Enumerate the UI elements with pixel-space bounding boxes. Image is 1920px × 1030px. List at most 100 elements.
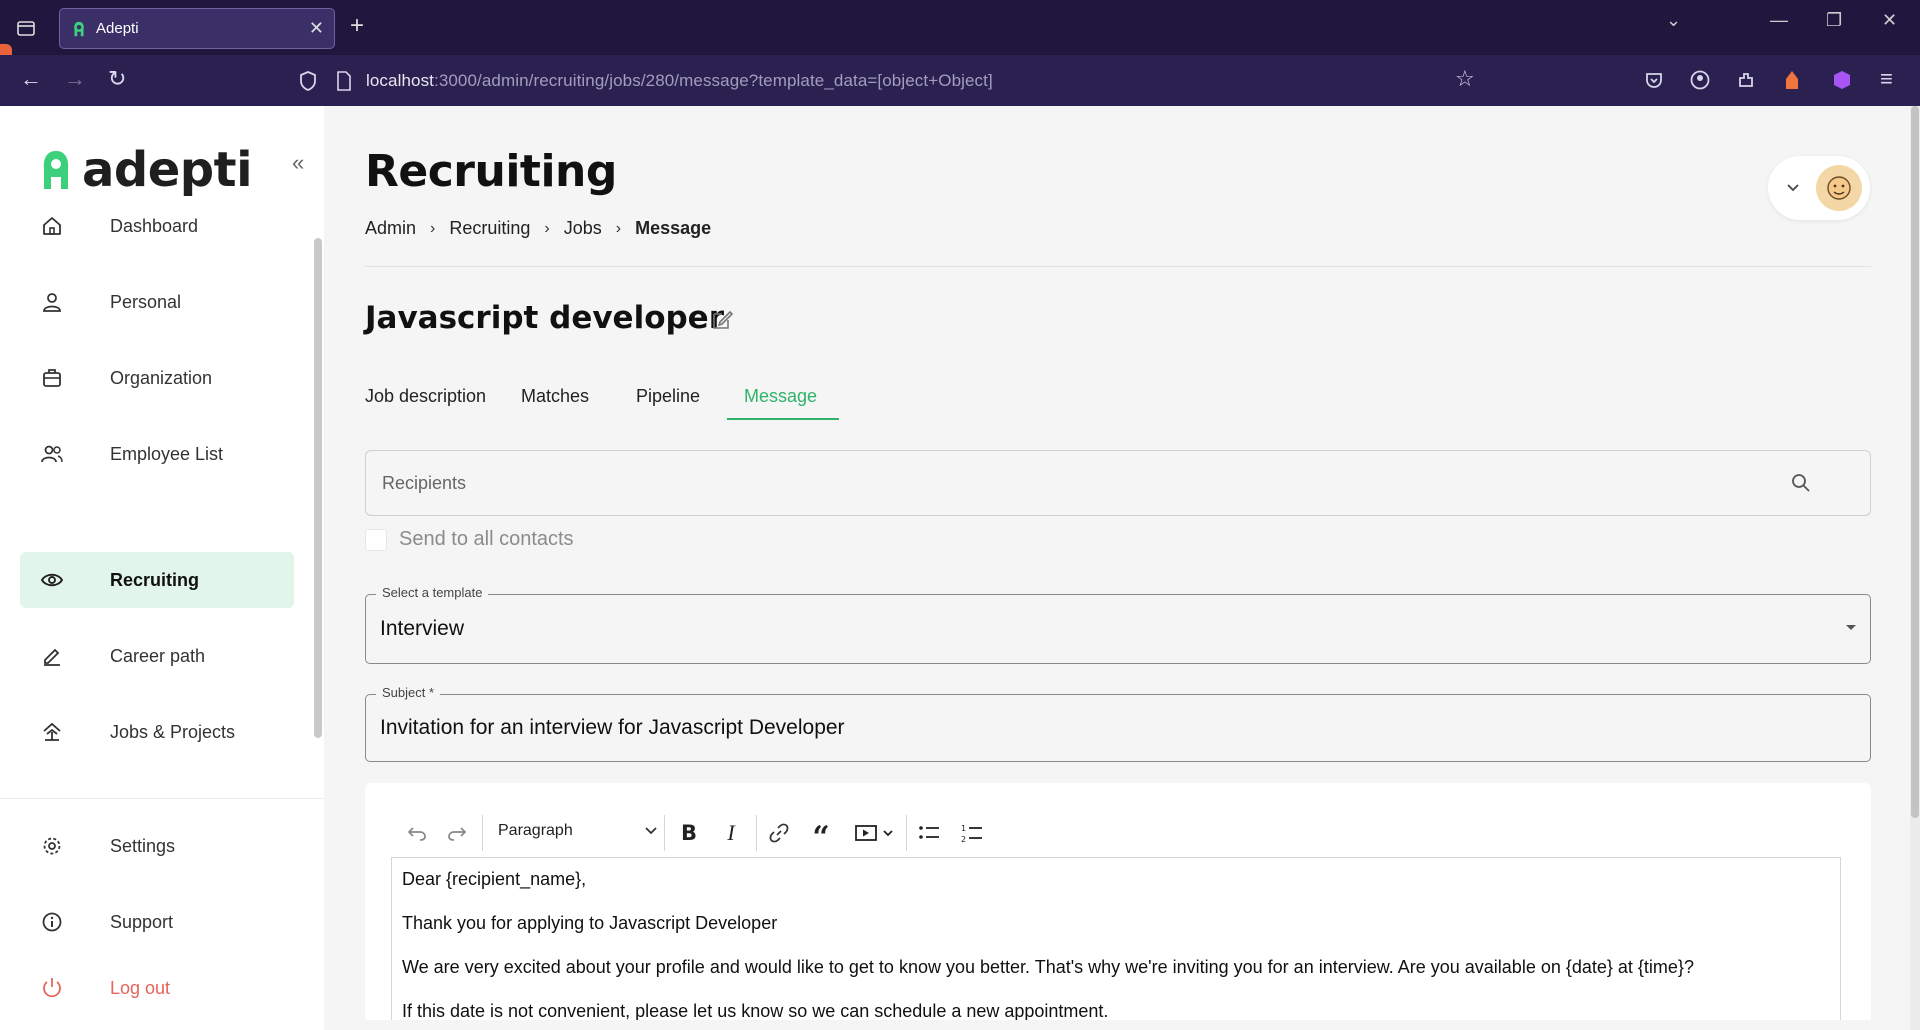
redo-button[interactable]	[440, 808, 474, 858]
numbered-list-button[interactable]: 12	[955, 808, 989, 858]
list-all-tabs-icon[interactable]: ⌄	[1666, 10, 1681, 31]
breadcrumb: Admin › Recruiting › Jobs › Message	[365, 218, 711, 239]
new-tab-button[interactable]: +	[350, 12, 364, 40]
sidebar-item-label: Dashboard	[110, 215, 199, 236]
browser-tab-bar: Adepti ✕ + ⌄ — ❐ ✕	[0, 0, 1920, 55]
reload-icon[interactable]: ↻	[108, 66, 126, 92]
sidebar-item-label: Personal	[110, 291, 182, 312]
gear-icon	[43, 837, 61, 855]
sidebar-item-logout[interactable]: Log out	[20, 960, 294, 1016]
breadcrumb-jobs[interactable]: Jobs	[564, 218, 602, 239]
dropdown-arrow-icon	[1846, 625, 1856, 630]
editor-content[interactable]: Dear {recipient_name}, Thank you for app…	[402, 868, 1842, 1030]
bookmark-star-icon[interactable]: ☆	[1455, 66, 1475, 92]
page-scrollbar[interactable]	[1910, 106, 1920, 1030]
send-all-checkbox[interactable]	[365, 528, 387, 551]
forward-icon[interactable]: →	[64, 66, 86, 92]
sidebar-item-label: Jobs & Projects	[110, 721, 236, 742]
breadcrumb-recruiting[interactable]: Recruiting	[449, 218, 530, 239]
sidebar-item-label: Log out	[110, 977, 171, 998]
close-tab-icon[interactable]: ✕	[309, 18, 324, 39]
sidebar-divider	[0, 798, 324, 799]
sidebar-scrollbar[interactable]	[314, 238, 322, 738]
pocket-icon[interactable]	[1644, 70, 1664, 90]
bold-button[interactable]: B	[672, 808, 706, 858]
minimize-window-icon[interactable]: —	[1770, 10, 1788, 31]
chevron-down-icon	[1787, 184, 1799, 192]
toolbar-separator	[664, 815, 665, 851]
account-icon[interactable]	[1690, 70, 1710, 90]
viewport-bottom-edge	[365, 1020, 1871, 1030]
extension-fox-icon[interactable]	[1782, 69, 1802, 91]
link-icon	[769, 823, 789, 843]
tab-list-button[interactable]	[0, 0, 52, 55]
paragraph-style-select[interactable]: Paragraph	[498, 822, 658, 840]
media-embed-button[interactable]	[848, 808, 900, 858]
chevron-down-icon	[645, 827, 657, 835]
sidebar-item-support[interactable]: Support	[20, 894, 294, 950]
sidebar-item-label: Support	[110, 911, 174, 932]
jobs-icon	[43, 722, 61, 741]
page-scrollbar-thumb[interactable]	[1911, 106, 1919, 818]
template-select-value: Interview	[380, 617, 465, 640]
adepti-favicon-icon	[74, 21, 84, 36]
menu-icon[interactable]: ≡	[1880, 66, 1893, 92]
sidebar-item-settings[interactable]: Settings	[20, 818, 294, 874]
avatar	[1816, 165, 1862, 211]
tab-matches[interactable]: Matches	[521, 386, 589, 407]
bulleted-list-icon	[919, 826, 939, 839]
template-select[interactable]: Select a template Interview	[365, 585, 1871, 664]
sidebar-item-recruiting[interactable]: Recruiting	[20, 552, 294, 608]
editor-paragraph: If this date is not convenient, please l…	[402, 1001, 1109, 1021]
sidebar-item-employee-list[interactable]: Employee List	[20, 426, 294, 482]
home-icon	[43, 217, 61, 235]
subject-input[interactable]: Invitation for an interview for Javascri…	[380, 716, 845, 740]
close-window-icon[interactable]: ✕	[1882, 10, 1897, 31]
browser-tab[interactable]: Adepti ✕	[59, 8, 335, 49]
bulleted-list-button[interactable]	[912, 808, 946, 858]
recipients-field[interactable]	[365, 450, 1871, 516]
paragraph-style-value: Paragraph	[498, 822, 573, 839]
back-icon[interactable]: ←	[20, 66, 42, 92]
undo-icon	[407, 827, 426, 841]
restore-window-icon[interactable]: ❐	[1826, 10, 1842, 31]
toolbar-separator	[482, 815, 483, 851]
blockquote-button[interactable]: “	[804, 808, 838, 858]
sidebar-item-dashboard[interactable]: Dashboard	[20, 198, 294, 254]
subject-field[interactable]: Subject * Invitation for an interview fo…	[365, 685, 1871, 762]
tab-job-description[interactable]: Job description	[365, 386, 486, 407]
url-text[interactable]: localhost:3000/admin/recruiting/jobs/280…	[366, 71, 993, 91]
editor-paragraph: We are very excited about your profile a…	[402, 957, 1694, 977]
recipients-input[interactable]	[382, 469, 1762, 497]
breadcrumb-separator-icon: ›	[544, 219, 550, 237]
sidebar-item-career-path[interactable]: Career path	[20, 628, 294, 684]
undo-button[interactable]	[400, 808, 434, 858]
sidebar-item-personal[interactable]: Personal	[20, 274, 294, 330]
media-embed-icon	[855, 825, 877, 841]
extension-cube-icon[interactable]	[1832, 69, 1852, 91]
editor-paragraph: Thank you for applying to Javascript Dev…	[402, 913, 778, 933]
link-button[interactable]	[762, 808, 796, 858]
bold-icon: B	[680, 821, 697, 845]
sidebar: adepti « Dashboard Personal Organization…	[0, 106, 324, 1030]
sidebar-item-organization[interactable]: Organization	[20, 350, 294, 406]
subject-label: Subject *	[376, 685, 441, 700]
app-logo[interactable]: adepti	[40, 142, 253, 198]
tab-pipeline[interactable]: Pipeline	[636, 386, 700, 407]
sidebar-item-label: Organization	[110, 367, 213, 388]
briefcase-icon	[43, 369, 61, 387]
collapse-sidebar-button[interactable]: «	[292, 150, 304, 176]
user-menu-button[interactable]	[1768, 156, 1870, 220]
svg-text:2: 2	[961, 835, 966, 844]
search-icon[interactable]	[1790, 472, 1812, 494]
edit-icon[interactable]	[710, 308, 734, 332]
tracking-shield-icon[interactable]	[298, 70, 318, 92]
sidebar-item-jobs-projects[interactable]: Jobs & Projects	[20, 704, 294, 760]
url-path: :3000/admin/recruiting/jobs/280/message?…	[434, 71, 993, 90]
breadcrumb-admin[interactable]: Admin	[365, 218, 416, 239]
info-icon	[42, 912, 62, 932]
avatar-face-icon	[1827, 176, 1851, 200]
extensions-icon[interactable]	[1736, 70, 1756, 90]
tab-message[interactable]: Message	[744, 386, 817, 407]
italic-button[interactable]: I	[714, 808, 748, 858]
